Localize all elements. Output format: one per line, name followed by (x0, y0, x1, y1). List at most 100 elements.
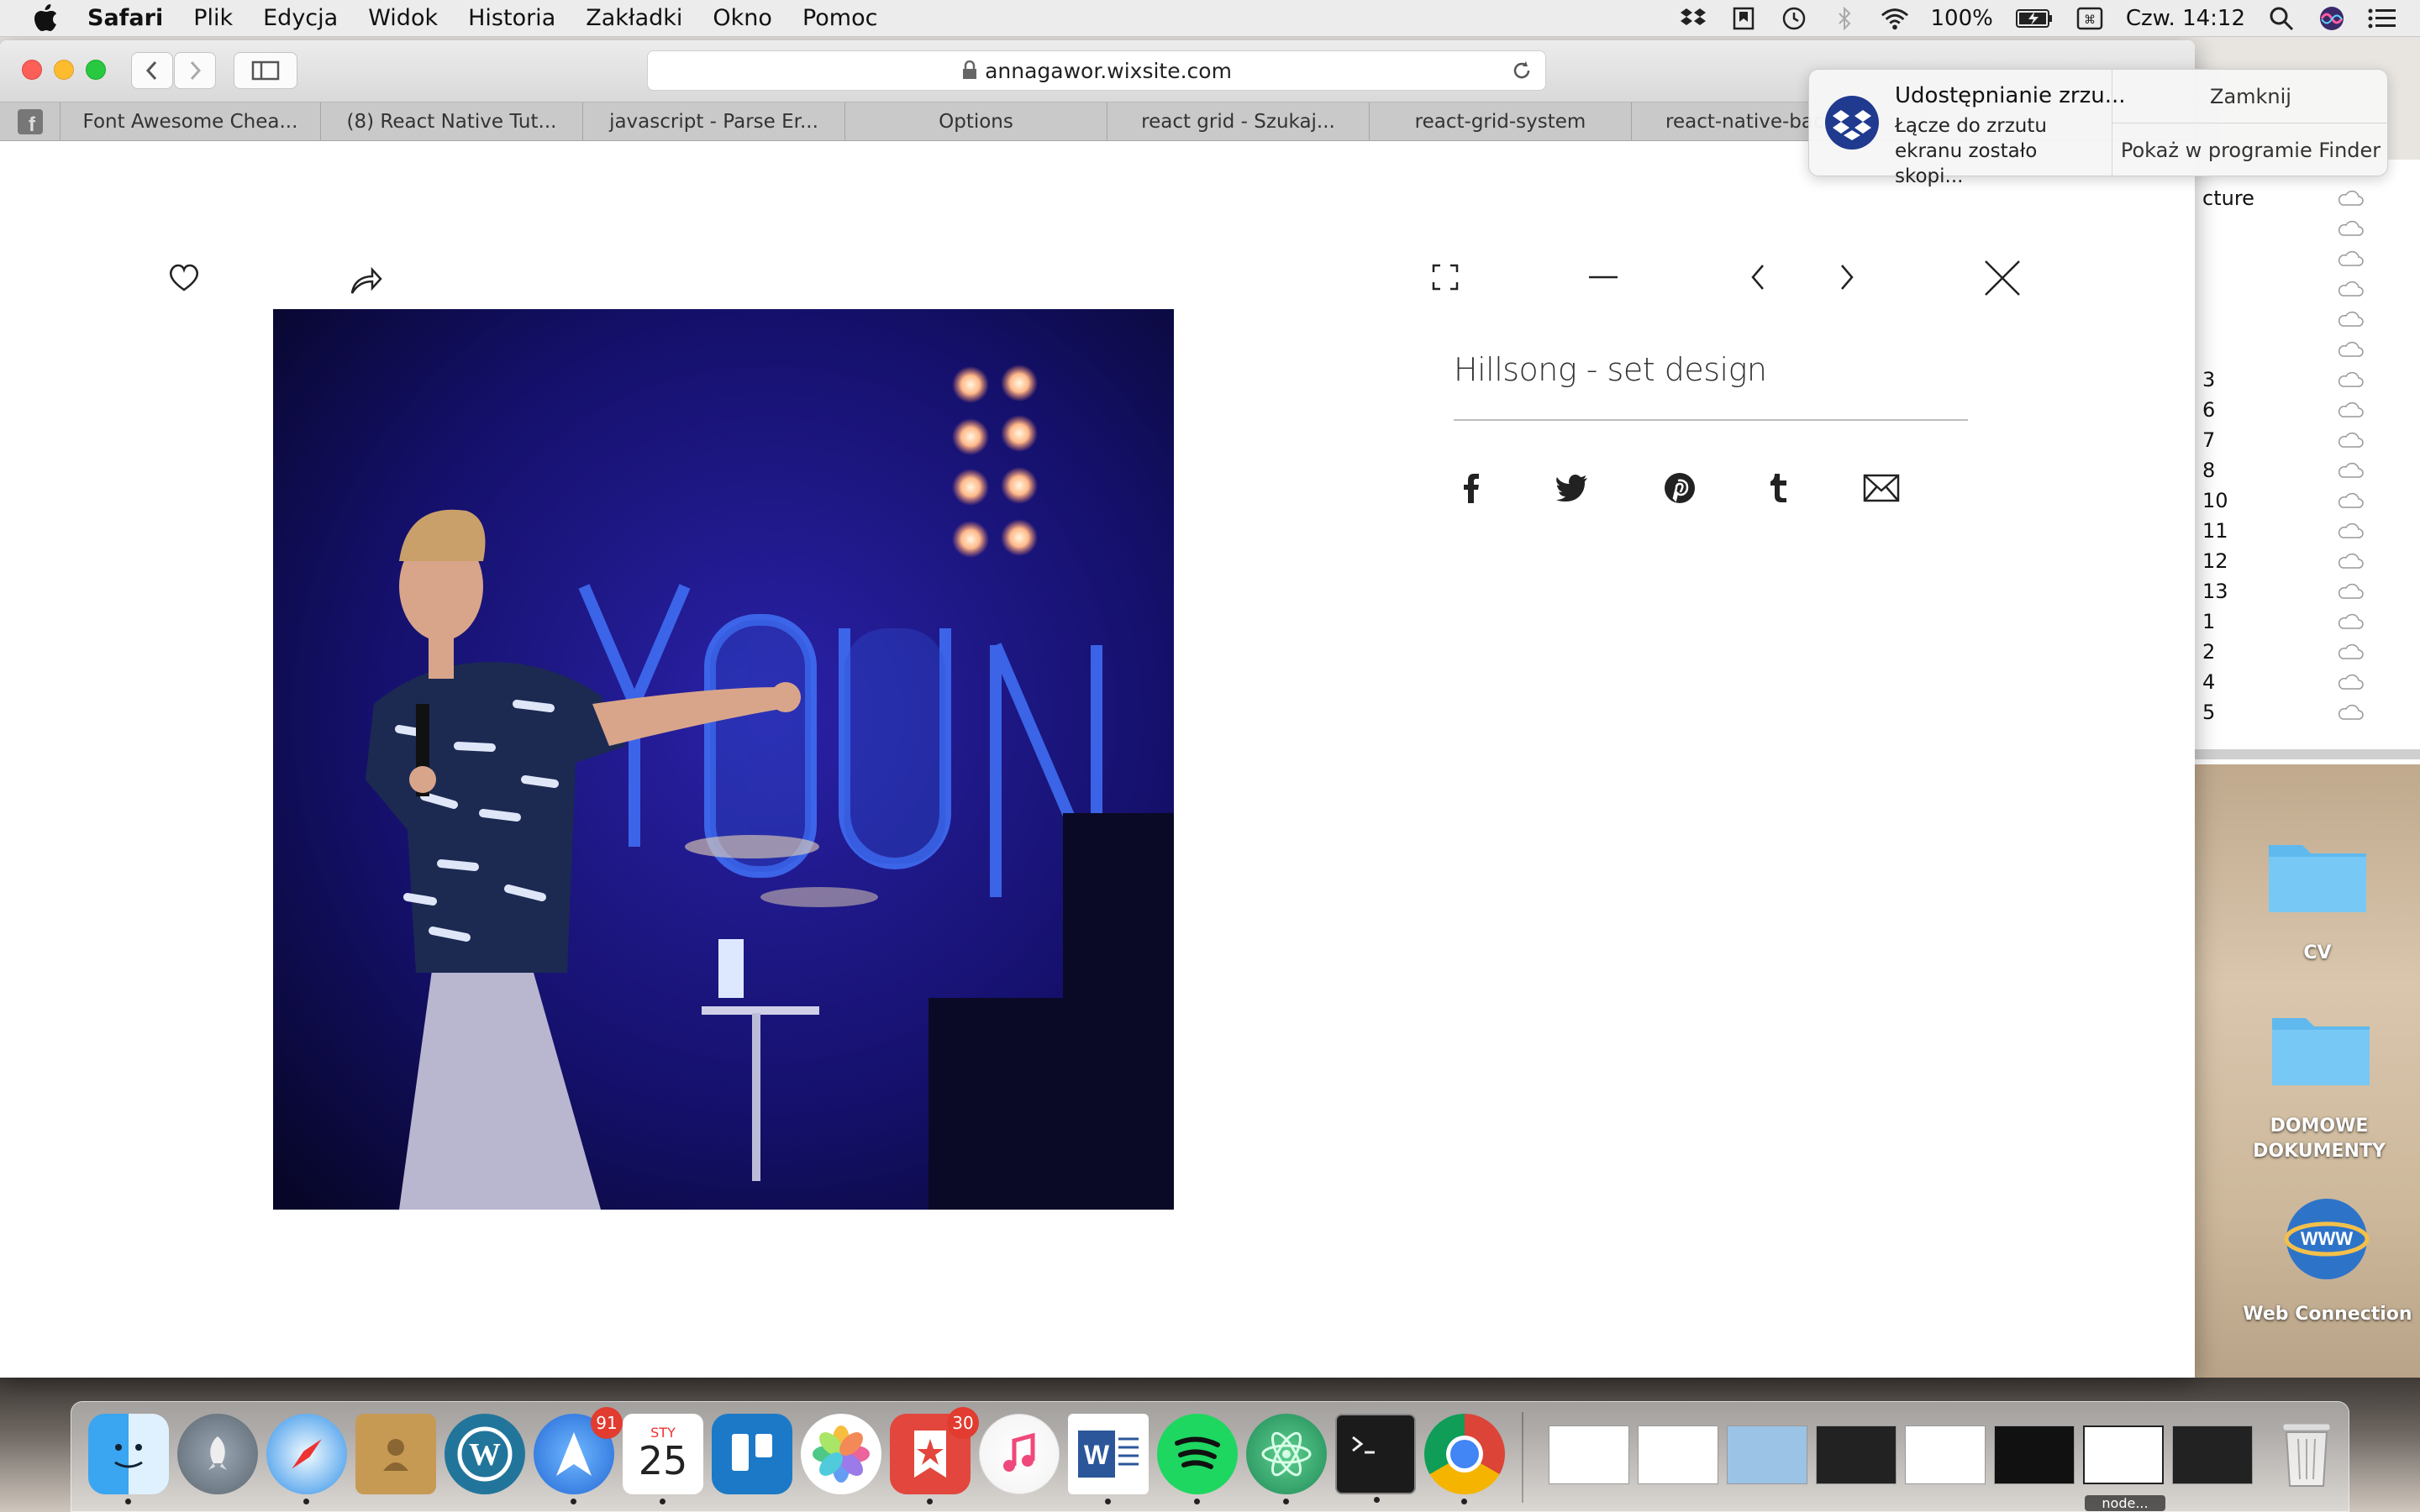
menu-widok[interactable]: Widok (368, 5, 438, 31)
apple-menu[interactable] (29, 2, 62, 35)
dropbox-notification[interactable]: Udostępnianie zrzu... Łącze do zrzutu ek… (1808, 69, 2389, 187)
tab-react-grid-system[interactable]: react-grid-system (1370, 102, 1632, 141)
bookmark-icon[interactable] (1729, 6, 1758, 31)
desktop-icon-label-cv[interactable]: CV (2252, 942, 2383, 963)
finder-row[interactable]: 11 (2202, 519, 2228, 543)
next-image-button[interactable] (1830, 259, 1864, 296)
dock-photos[interactable] (801, 1414, 881, 1494)
dock-contacts[interactable] (355, 1414, 436, 1494)
address-bar[interactable]: annagawor.wixsite.com (647, 50, 1546, 91)
dock-terminal[interactable] (1335, 1414, 1416, 1503)
tab-javascript[interactable]: javascript - Parse Er... (583, 102, 845, 141)
zoom-window-button[interactable] (86, 60, 106, 80)
menu-historia[interactable]: Historia (468, 5, 555, 31)
battery-icon[interactable] (2015, 6, 2054, 31)
menu-zakladki[interactable]: Zakładki (586, 5, 682, 31)
dock-spotify[interactable] (1157, 1414, 1238, 1504)
back-button[interactable] (131, 52, 173, 89)
notification-center-icon[interactable] (2368, 6, 2396, 31)
finder-row[interactable]: 6 (2202, 398, 2215, 422)
menu-plik[interactable]: Plik (193, 5, 233, 31)
finder-row[interactable]: 10 (2202, 489, 2228, 512)
bluetooth-icon[interactable] (1830, 6, 1859, 31)
desktop-icon-label-domowe[interactable]: DOMOWE DOKUMENTY (2237, 1114, 2402, 1164)
finder-row[interactable]: 1 (2202, 610, 2215, 633)
dock-launchpad[interactable] (177, 1414, 258, 1494)
dock-trello[interactable] (712, 1414, 792, 1494)
close-window-button[interactable] (22, 60, 42, 80)
tumblr-share-button[interactable] (1760, 469, 1798, 507)
time-machine-icon[interactable] (1780, 6, 1808, 31)
tab-options[interactable]: Options (845, 102, 1107, 141)
music-note-icon (1003, 1432, 1035, 1472)
menu-edycja[interactable]: Edycja (263, 5, 338, 31)
dock-minimized-window-4[interactable] (1816, 1425, 1897, 1484)
desktop-icon-label-web[interactable]: Web Connection (2235, 1304, 2420, 1325)
dropbox-status-icon[interactable] (1679, 6, 1707, 31)
folder-icon[interactable] (2269, 1005, 2373, 1089)
siri-icon[interactable] (2317, 6, 2346, 31)
globe-icon[interactable]: WWW (2281, 1193, 2373, 1285)
dock-minimized-window-2[interactable] (1638, 1425, 1718, 1484)
forward-button[interactable] (174, 52, 216, 89)
finder-row[interactable]: 2 (2202, 640, 2215, 664)
tab-react-native[interactable]: (8) React Native Tut... (321, 102, 583, 141)
dock-minimized-window-7[interactable]: node... (2083, 1425, 2165, 1511)
finder-scrollbar[interactable] (2186, 749, 2420, 759)
spotlight-search-icon[interactable] (2267, 6, 2296, 31)
running-indicator (1374, 1497, 1380, 1503)
menu-clock[interactable]: Czw. 14:12 (2126, 6, 2245, 31)
show-in-finder-button[interactable]: Pokaż w programie Finder (2112, 123, 2389, 177)
dock-minimized-window-8[interactable] (2172, 1425, 2253, 1484)
facebook-share-button[interactable] (1452, 469, 1491, 507)
gallery-photo[interactable] (273, 309, 1174, 1210)
dock-minimized-window-6[interactable] (1994, 1425, 2075, 1484)
pinterest-share-button[interactable] (1660, 469, 1699, 507)
dock-word[interactable]: W (1068, 1414, 1149, 1504)
finder-row[interactable]: 12 (2202, 549, 2228, 573)
fullscreen-button[interactable] (1428, 260, 1462, 294)
keyboard-input-icon[interactable]: ⌘ (2075, 6, 2104, 31)
twitter-share-button[interactable] (1553, 469, 1591, 507)
like-button[interactable] (165, 259, 203, 296)
finder-row[interactable]: 3 (2202, 368, 2215, 391)
email-share-button[interactable] (1862, 469, 1901, 507)
dock-finder[interactable] (88, 1414, 169, 1504)
dock-trash[interactable] (2266, 1414, 2347, 1494)
folder-icon[interactable] (2265, 832, 2370, 916)
dock-minimized-window-3[interactable] (1727, 1425, 1807, 1484)
notification-close-button[interactable]: Zamknij (2112, 70, 2389, 123)
reload-icon[interactable] (1510, 59, 1534, 82)
trello-icon (732, 1434, 772, 1471)
dock-minimized-window-5[interactable] (1905, 1425, 1986, 1484)
previous-image-button[interactable] (1741, 259, 1775, 296)
close-lightbox-button[interactable] (1981, 257, 2023, 299)
minimize-window-button[interactable] (54, 60, 74, 80)
wifi-icon[interactable] (1881, 6, 1909, 31)
finder-row[interactable]: 7 (2202, 428, 2215, 452)
dock-spark[interactable]: 91 (534, 1407, 623, 1504)
dock-calendar[interactable]: STY 25 (623, 1414, 703, 1504)
menu-pomoc[interactable]: Pomoc (802, 5, 878, 31)
menu-okno[interactable]: Okno (713, 5, 772, 31)
dock-chrome[interactable] (1424, 1414, 1505, 1504)
menu-app-name[interactable]: Safari (87, 5, 163, 31)
pinned-tab-facebook[interactable]: f (0, 102, 60, 141)
dock-separator (1522, 1412, 1523, 1503)
sidebar-toggle-button[interactable] (234, 52, 297, 89)
dock-minimized-window-1[interactable] (1549, 1425, 1629, 1484)
dock-safari[interactable] (266, 1414, 347, 1504)
minimize-info-button[interactable] (1586, 260, 1620, 294)
finder-window[interactable]: cture 3 6 7 8 10 11 12 13 1 2 4 5 (2185, 160, 2420, 764)
share-button[interactable] (346, 264, 387, 299)
dock-itunes[interactable] (979, 1414, 1060, 1494)
finder-row[interactable]: 4 (2202, 670, 2215, 694)
dock-wunderlist[interactable]: 30 (890, 1407, 979, 1504)
tab-react-grid[interactable]: react grid - Szukaj... (1107, 102, 1370, 141)
finder-row[interactable]: 8 (2202, 459, 2215, 482)
dock-atom[interactable] (1246, 1414, 1327, 1504)
dock-wordpress[interactable]: W (445, 1414, 525, 1494)
finder-row[interactable]: 5 (2202, 701, 2215, 724)
finder-row[interactable]: 13 (2202, 580, 2228, 603)
tab-font-awesome[interactable]: Font Awesome Chea... (60, 102, 321, 141)
